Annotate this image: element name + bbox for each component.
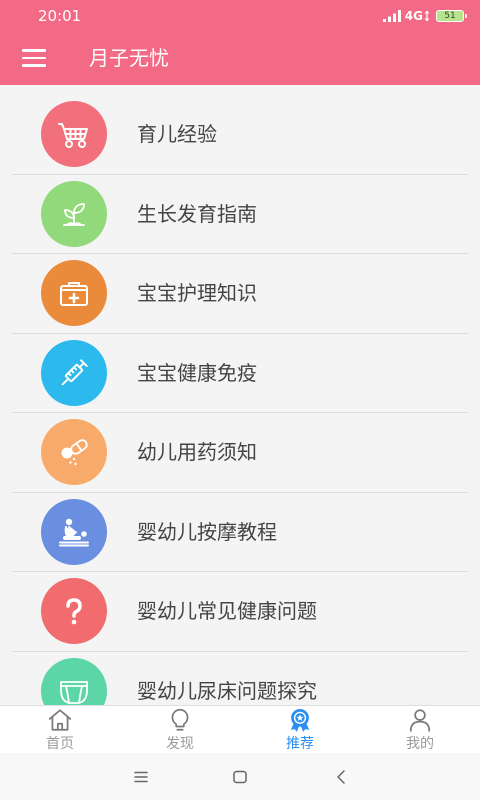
tab-label: 发现 <box>166 736 194 752</box>
home-icon <box>48 709 72 731</box>
back-icon <box>337 770 345 784</box>
recent-apps-button[interactable] <box>129 765 153 789</box>
list-item-growth-guide[interactable]: 生长发育指南 <box>12 175 468 254</box>
status-bar: 20:01 4G 51 <box>0 0 480 32</box>
item-icon-circle <box>41 578 107 645</box>
item-icon-circle <box>41 498 107 565</box>
app-screen: 20:01 4G 51 月子无忧 育儿经验 生长发育指南 宝宝护理知识 宝宝健康… <box>0 0 480 800</box>
item-label: 婴幼儿常见健康问题 <box>137 599 317 624</box>
home-square-icon <box>233 770 247 784</box>
network-type: 4G <box>404 9 423 23</box>
medical-kit-icon <box>60 282 88 307</box>
item-icon-circle <box>41 657 107 705</box>
item-label: 宝宝健康免疫 <box>137 360 257 385</box>
tab-label: 我的 <box>406 736 434 752</box>
item-label: 育儿经验 <box>137 122 217 147</box>
item-label: 婴幼儿尿床问题探究 <box>137 678 317 703</box>
pills-icon <box>61 439 88 466</box>
item-icon-circle <box>41 339 107 406</box>
item-icon-circle <box>41 419 107 486</box>
status-indicators: 4G 51 <box>382 9 467 23</box>
syringe-icon <box>61 359 88 386</box>
list-item-baby-care[interactable]: 宝宝护理知识 <box>12 254 468 334</box>
tab-label: 首页 <box>46 736 74 752</box>
list-item-medication-notes[interactable]: 幼儿用药须知 <box>12 413 468 493</box>
battery-level: 51 <box>444 11 456 21</box>
battery-icon: 51 <box>436 10 467 22</box>
question-icon <box>66 598 82 625</box>
tab-label: 推荐 <box>286 736 314 752</box>
item-label: 婴幼儿按摩教程 <box>137 519 277 544</box>
item-icon-circle <box>41 260 107 327</box>
list-item-bedwetting-research[interactable]: 婴幼儿尿床问题探究 <box>12 652 468 705</box>
list-item-parenting-experience[interactable]: 育儿经验 <box>12 95 468 175</box>
item-icon-circle <box>41 180 107 247</box>
stroller-icon <box>58 123 88 149</box>
app-bar: 月子无忧 <box>0 32 480 85</box>
signal-strength-icon <box>382 10 401 22</box>
lightbulb-icon <box>171 708 189 731</box>
system-navigation-bar <box>0 753 480 800</box>
system-home-button[interactable] <box>228 765 252 789</box>
page-title: 月子无忧 <box>89 46 169 70</box>
list-item-health-immunization[interactable]: 宝宝健康免疫 <box>12 334 468 413</box>
system-back-button[interactable] <box>329 765 353 789</box>
hamburger-menu-icon[interactable] <box>16 44 52 72</box>
item-label: 幼儿用药须知 <box>137 440 257 465</box>
recent-apps-icon <box>134 771 148 783</box>
sprout-icon <box>63 202 85 226</box>
tab-recommend[interactable]: 推荐 <box>240 706 360 753</box>
tab-mine[interactable]: 我的 <box>360 706 480 753</box>
status-time: 20:01 <box>38 7 82 25</box>
item-label: 生长发育指南 <box>137 201 257 226</box>
bottom-navigation: 首页 发现 推荐 我的 <box>0 705 480 753</box>
diaper-icon <box>60 680 88 704</box>
tab-home[interactable]: 首页 <box>0 706 120 753</box>
massage-icon <box>59 518 89 547</box>
category-list: 育儿经验 生长发育指南 宝宝护理知识 宝宝健康免疫 幼儿用药须知 婴幼儿按摩教程… <box>0 85 480 705</box>
battery-nub <box>465 14 467 18</box>
tab-discover[interactable]: 发现 <box>120 706 240 753</box>
person-icon <box>409 709 431 732</box>
item-icon-circle <box>41 101 107 168</box>
list-item-massage-tutorial[interactable]: 婴幼儿按摩教程 <box>12 493 468 572</box>
list-item-common-health-issues[interactable]: 婴幼儿常见健康问题 <box>12 572 468 652</box>
data-activity-icon <box>424 10 430 22</box>
item-label: 宝宝护理知识 <box>137 281 257 306</box>
badge-icon <box>290 708 310 732</box>
